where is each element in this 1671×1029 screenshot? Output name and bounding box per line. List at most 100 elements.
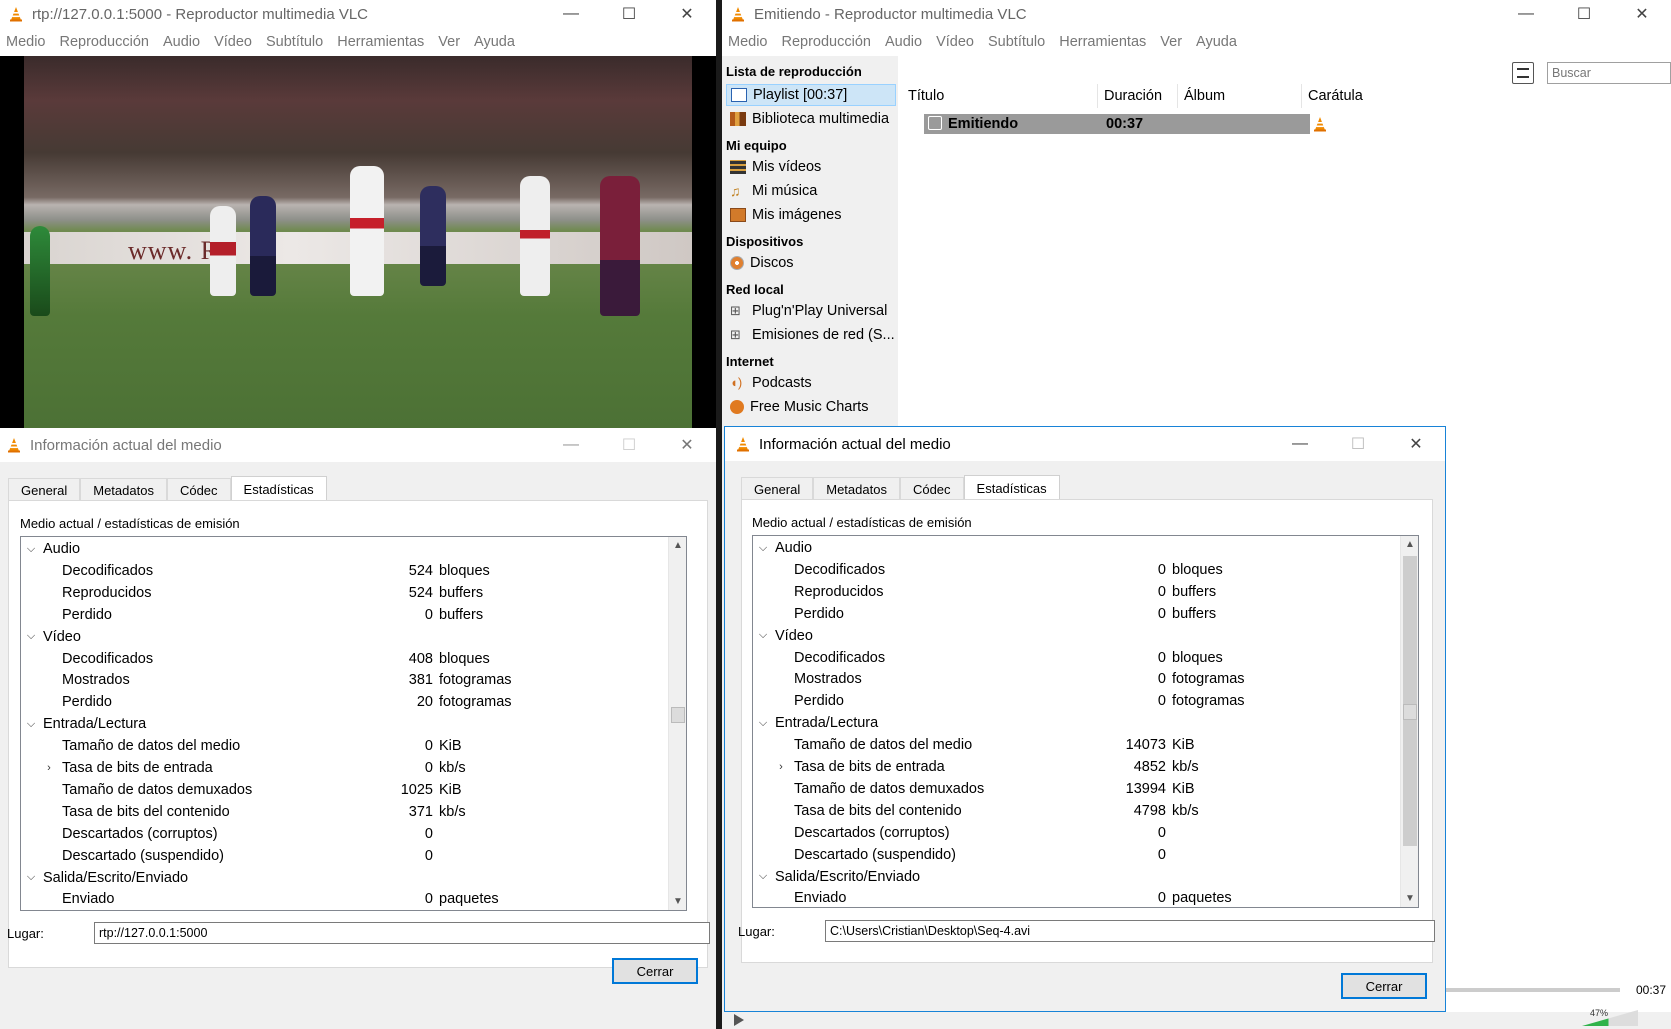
sidebar-item-discs[interactable]: Discos [726,252,896,274]
close-icon[interactable]: ✕ [658,0,716,28]
close-icon[interactable]: ✕ [1387,427,1445,461]
menu-herramientas[interactable]: Herramientas [1059,34,1146,50]
tree-row[interactable]: Reproducidos 524 buffers [21,583,668,603]
maximize-icon[interactable]: ☐ [1329,427,1387,461]
column-header-duration[interactable]: Duración [1098,84,1178,108]
menu-medio[interactable]: Medio [728,34,768,50]
tree-row[interactable]: Perdido 0 fotogramas [753,691,1400,711]
chevron-right-icon[interactable]: › [775,761,787,773]
menu-ayuda[interactable]: Ayuda [474,34,515,50]
column-header-cover[interactable]: Carátula [1302,84,1422,108]
tree-row[interactable]: Decodificados 0 bloques [753,648,1400,668]
tree-row[interactable]: Tamaño de datos del medio 0 KiB [21,736,668,756]
tree-row[interactable]: Reproducidos 0 buffers [753,582,1400,602]
chevron-down-icon[interactable]: ⌵ [25,543,37,556]
scrollbar-thumb[interactable] [671,707,685,723]
tree-section-input[interactable]: ⌵ Entrada/Lectura [21,714,668,734]
sidebar-item-playlist[interactable]: Playlist [00:37] [726,84,896,106]
sidebar-item-network-streams[interactable]: ⊞ Emisiones de red (S... [726,324,896,346]
tab-metadata[interactable]: Metadatos [813,477,900,500]
tree-row[interactable]: Descartados (corruptos) 0 [753,823,1400,843]
scrollbar-thumb[interactable] [1403,704,1417,720]
column-header-title[interactable]: Título [902,84,1098,108]
tree-section-output[interactable]: ⌵ Salida/Escrito/Enviado [753,867,1400,887]
chevron-down-icon[interactable]: ⌵ [25,630,37,643]
vertical-scrollbar[interactable]: ▲ ▼ [668,537,686,910]
table-row[interactable]: Emitiendo 00:37 [924,114,1310,134]
statistics-tree[interactable]: Enviado 0 paquetes ⌵ Salida/Escrito/Enviado D… [20,536,687,911]
menu-video[interactable]: Vídeo [936,34,974,50]
chevron-right-icon[interactable]: › [43,762,55,774]
menu-subtitulo[interactable]: Subtítulo [988,34,1045,50]
menu-video[interactable]: Vídeo [214,34,252,50]
tab-general[interactable]: General [8,478,81,501]
tab-metadata[interactable]: Metadatos [80,478,167,501]
tree-section-input[interactable]: ⌵ Entrada/Lectura [753,713,1400,733]
chevron-down-icon[interactable]: ⌵ [757,542,769,555]
tree-row[interactable]: Descartados (corruptos) 0 [21,824,668,844]
video-output[interactable]: www. RE [0,56,716,428]
menu-herramientas[interactable]: Herramientas [337,34,424,50]
tree-row[interactable]: Tasa de bits del contenido 371 kb/s [21,802,668,822]
tab-codec[interactable]: Códec [166,478,231,501]
tree-row[interactable]: Perdido 20 fotogramas [21,692,668,712]
close-icon[interactable]: ✕ [658,428,716,462]
location-field[interactable]: C:\Users\Cristian\Desktop\Seq-4.avi [825,920,1435,942]
sidebar-item-my-images[interactable]: Mis imágenes [726,204,896,226]
seek-bar[interactable] [1446,988,1620,992]
close-icon[interactable]: ✕ [1613,0,1671,28]
chevron-down-icon[interactable]: ⌵ [757,629,769,642]
tree-row[interactable]: Tamaño de datos demuxados 13994 KiB [753,779,1400,799]
tree-row[interactable]: Descartado (suspendido) 0 [753,845,1400,865]
close-button[interactable]: Cerrar [1341,973,1427,999]
menu-audio[interactable]: Audio [163,34,200,50]
tree-row[interactable]: Mostrados 381 fotogramas [21,670,668,690]
tree-row[interactable]: Decodificados 0 bloques [753,560,1400,580]
menu-ver[interactable]: Ver [438,34,460,50]
menu-medio[interactable]: Medio [6,34,46,50]
tree-section-audio[interactable]: ⌵ Audio [753,538,1400,558]
tree-row[interactable]: Perdido 0 buffers [21,605,668,625]
tree-section-video[interactable]: ⌵ Vídeo [21,627,668,647]
statistics-tree[interactable]: Enviado 0 paquetes ⌵ Salida/Escrito/Enviado D… [752,535,1419,908]
tree-row[interactable]: › Tasa de bits de entrada 4852 kb/s [753,757,1400,777]
search-input[interactable]: Buscar [1547,62,1671,84]
tree-section-audio[interactable]: ⌵ Audio [21,539,668,559]
tree-row[interactable]: Mostrados 0 fotogramas [753,669,1400,689]
tab-general[interactable]: General [741,477,814,500]
menu-reproduccion[interactable]: Reproducción [782,34,871,50]
tab-codec[interactable]: Códec [899,477,964,500]
menu-audio[interactable]: Audio [885,34,922,50]
location-field[interactable]: rtp://127.0.0.1:5000 [94,922,710,944]
sidebar-item-podcasts[interactable]: ◖) Podcasts [726,372,896,394]
sidebar-item-upnp[interactable]: ⊞ Plug'n'Play Universal [726,300,896,322]
minimize-icon[interactable]: — [1497,0,1555,28]
minimize-icon[interactable]: — [542,0,600,28]
tree-row[interactable]: › Tasa de bits de entrada 0 kb/s [21,758,668,778]
tree-row[interactable]: Tasa de bits del contenido 4798 kb/s [753,801,1400,821]
sidebar-item-free-music-charts[interactable]: Free Music Charts [726,396,896,418]
menu-ayuda[interactable]: Ayuda [1196,34,1237,50]
tree-row[interactable]: Tamaño de datos del medio 14073 KiB [753,735,1400,755]
menu-reproduccion[interactable]: Reproducción [60,34,149,50]
chevron-down-icon[interactable]: ⌵ [757,717,769,730]
sidebar-item-my-music[interactable]: ♫ Mi música [726,180,896,202]
chevron-down-icon[interactable]: ⌵ [757,870,769,883]
minimize-icon[interactable]: — [542,428,600,462]
menu-subtitulo[interactable]: Subtítulo [266,34,323,50]
close-button[interactable]: Cerrar [612,958,698,984]
tab-statistics[interactable]: Estadísticas [230,476,327,501]
sidebar-item-my-videos[interactable]: Mis vídeos [726,156,896,178]
tree-row[interactable]: Decodificados 524 bloques [21,561,668,581]
tree-row[interactable]: Descartado (suspendido) 0 [21,846,668,866]
play-icon[interactable] [734,1014,744,1026]
maximize-icon[interactable]: ☐ [600,428,658,462]
tree-row[interactable]: Perdido 0 buffers [753,604,1400,624]
scroll-up-icon[interactable]: ▲ [1401,536,1418,553]
maximize-icon[interactable]: ☐ [600,0,658,28]
minimize-icon[interactable]: — [1271,427,1329,461]
sidebar-item-media-library[interactable]: Biblioteca multimedia [726,108,896,130]
scroll-down-icon[interactable]: ▼ [1401,890,1418,907]
playlist-view-toggle-icon[interactable] [1512,62,1534,84]
tab-statistics[interactable]: Estadísticas [963,475,1060,500]
